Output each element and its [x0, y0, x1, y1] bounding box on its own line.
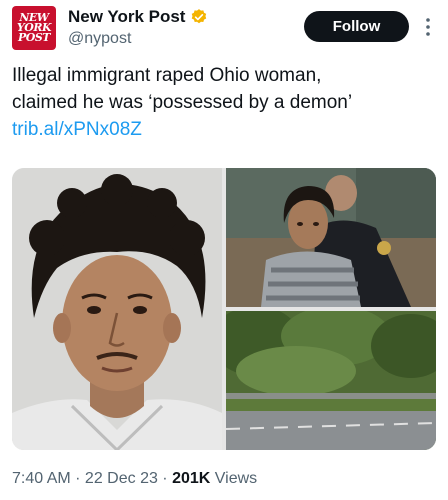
- display-name[interactable]: New York Post: [68, 7, 185, 27]
- tweet-text: Illegal immigrant raped Ohio woman, clai…: [12, 62, 442, 143]
- meta-separator: ·: [157, 470, 173, 487]
- mugshot-photo[interactable]: [12, 168, 222, 450]
- tweet-header: NEW YORK POST New York Post @nypost Foll…: [0, 0, 448, 60]
- media-grid: [12, 168, 436, 450]
- account-handle[interactable]: @nypost: [68, 30, 131, 48]
- courtroom-photo[interactable]: [226, 168, 436, 307]
- meta-separator: ·: [70, 470, 85, 487]
- views-label: Views: [210, 470, 258, 487]
- name-row: New York Post: [68, 6, 208, 28]
- more-vertical-icon[interactable]: [418, 14, 438, 40]
- tweet-date[interactable]: 22 Dec 23: [85, 470, 158, 487]
- tweet-text-line-1: Illegal immigrant raped Ohio woman,: [12, 65, 322, 86]
- avatar-text-post: POST: [18, 31, 50, 44]
- verified-badge-icon[interactable]: [190, 8, 208, 26]
- tweet-time[interactable]: 7:40 AM: [12, 470, 71, 487]
- follow-button[interactable]: Follow: [304, 11, 409, 42]
- tweet-text-line-2: claimed he was ‘possessed by a demon’: [12, 92, 353, 113]
- views-count: 201K: [172, 470, 211, 487]
- tweet-meta: 7:40 AM · 22 Dec 23 · 201K Views: [12, 470, 257, 488]
- tweet-link[interactable]: trib.al/xPNx08Z: [12, 116, 442, 143]
- roadside-photo[interactable]: [226, 311, 436, 450]
- avatar[interactable]: NEW YORK POST: [12, 6, 56, 50]
